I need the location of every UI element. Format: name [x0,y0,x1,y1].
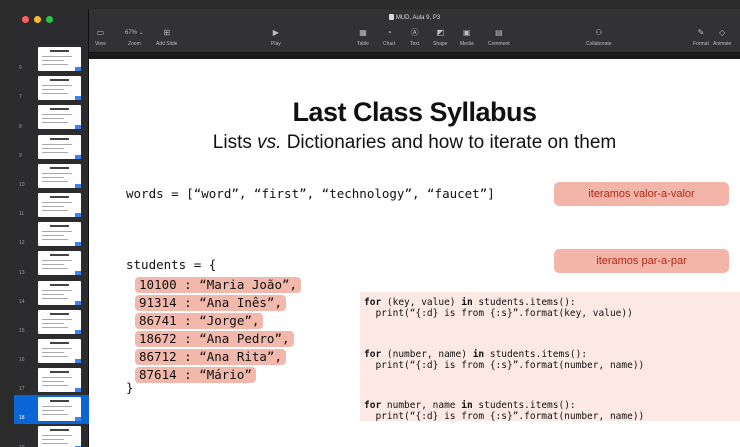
slide-preview [38,76,81,101]
slide-number: 15 [19,327,25,334]
slide-thumbnail[interactable]: 10 [14,162,89,191]
zoom-menu[interactable]: 67% ⌄ Zoom [125,28,144,47]
chart-icon: ◔ [386,28,392,37]
slide-preview [38,426,81,447]
slide-preview [38,338,81,363]
minimize-window-button[interactable] [34,16,41,23]
slide-thumbnail[interactable]: 7 [14,74,89,103]
slide-thumbnail[interactable]: 17 [14,366,89,395]
slide-preview [38,163,81,188]
slide-thumbnail[interactable]: 11 [14,191,89,220]
collaborate-button[interactable]: ⚇ Collaborate [586,28,612,47]
slide-thumbnail[interactable]: 14 [14,279,89,308]
document-title: MUD, Aula 9, P3 [89,14,740,21]
collaborate-icon: ⚇ [595,28,603,37]
dict-entry[interactable]: 86712 : “Ana Rita”, [135,349,286,365]
slide-thumbnail[interactable]: 8 [14,103,89,132]
slide-number: 10 [19,181,25,188]
slide-number: 17 [19,386,25,393]
dict-entry[interactable]: 86741 : “Jorge”, [135,313,264,329]
slide-navigator: 6 7 8 9 10 11 12 13 14 15 16 17 18 19 [14,9,89,447]
media-button[interactable]: ▣ Media [460,28,474,47]
slide-preview [38,309,81,334]
text-button[interactable]: Ⓐ Text [410,28,419,47]
slide-preview [38,397,81,422]
slide-number: 13 [19,269,25,276]
comment-button[interactable]: ▤ Comment [488,28,510,47]
chart-button[interactable]: ◔ Chart [383,28,395,47]
slide-preview [38,192,81,217]
animate-icon: ◇ [719,28,726,37]
chevron-down-icon: ⌄ [138,30,144,36]
table-button[interactable]: ▦ Table [357,28,369,47]
slide-number: 11 [19,211,25,218]
toolbar: MUD, Aula 9, P3 ▭ View 67% ⌄ Zoom ⊞ Add Sli… [89,9,740,53]
slide-number: 18 [19,415,25,422]
comment-icon: ▤ [495,28,503,37]
slide-number: 12 [19,240,25,247]
add-slide-icon: ⊞ [163,28,171,37]
text-icon: Ⓐ [410,28,419,37]
slide-thumbnail[interactable]: 19 [14,424,89,447]
code-loop-2[interactable]: for (number, name) in students.items(): … [364,349,644,371]
slide-number: 7 [19,94,22,101]
slide-number: 9 [19,152,22,159]
dict-entry[interactable]: 87614 : “Mário” [135,367,256,383]
close-window-button[interactable] [22,16,29,23]
add-slide-button[interactable]: ⊞ Add Slide [156,28,177,47]
slide-preview [38,368,81,393]
format-button[interactable]: ✎ Format [693,28,709,47]
slide-number: 8 [19,123,22,130]
slide-number: 16 [19,357,25,364]
slide-thumbnail-list: 6 7 8 9 10 11 12 13 14 15 16 17 18 19 [14,45,89,447]
slide-number: 14 [19,298,25,305]
format-icon: ✎ [697,28,705,37]
slide-preview [38,222,81,247]
document-icon [388,14,394,20]
animate-button[interactable]: ◇ Animate [713,28,731,47]
slide-thumbnail[interactable]: 13 [14,249,89,278]
shape-button[interactable]: ◩ Shape [433,28,447,47]
slide-preview [38,134,81,159]
students-dict-open[interactable]: students = { [126,257,216,272]
app-window: 6 7 8 9 10 11 12 13 14 15 16 17 18 19 MUD, Aula 9, P3… [14,9,740,447]
slide-thumbnail[interactable]: 18 [14,395,89,425]
slide-title[interactable]: Last Class Syllabus [89,97,740,128]
slide-thumbnail[interactable]: 6 [14,45,89,74]
zoom-value: 67% ⌄ [125,30,144,36]
badge-pair-by-pair[interactable]: iteramos par-a-par [554,249,729,273]
badge-value-by-value[interactable]: iteramos valor-a-valor [554,182,729,206]
view-button[interactable]: ▭ View [95,28,106,47]
slide-preview [38,280,81,305]
sidebar-icon: ▭ [96,28,105,37]
code-loop-1[interactable]: for (key, value) in students.items(): pr… [364,297,633,319]
words-list-code[interactable]: words = [“word”, “first”, “technology”, … [126,186,495,201]
fullscreen-window-button[interactable] [46,16,53,23]
shape-icon: ◩ [436,28,445,37]
slide-number: 6 [19,65,22,72]
media-icon: ▣ [463,28,471,37]
play-button[interactable]: ▶ Play [271,28,281,47]
students-dict-close[interactable]: } [126,380,134,395]
slide-preview [38,251,81,276]
slide-thumbnail[interactable]: 12 [14,220,89,249]
dict-entry[interactable]: 91314 : “Ana Inês”, [135,295,286,311]
dict-entry[interactable]: 10100 : “Maria João”, [135,277,302,293]
window-controls [22,16,53,23]
slide-subtitle[interactable]: Lists vs. Dictionaries and how to iterat… [89,132,740,154]
table-icon: ▦ [359,28,367,37]
slide-thumbnail[interactable]: 15 [14,308,89,337]
slide[interactable]: Last Class Syllabus Lists vs. Dictionari… [89,59,740,447]
slide-preview [38,105,81,130]
dict-entry[interactable]: 18672 : “Ana Pedro”, [135,331,294,347]
code-loop-3[interactable]: for number, name in students.items(): pr… [364,400,644,422]
slide-thumbnail[interactable]: 9 [14,133,89,162]
slide-thumbnail[interactable]: 16 [14,337,89,366]
play-icon: ▶ [272,28,279,37]
slide-canvas: Last Class Syllabus Lists vs. Dictionari… [89,54,740,447]
slide-preview [38,47,81,71]
